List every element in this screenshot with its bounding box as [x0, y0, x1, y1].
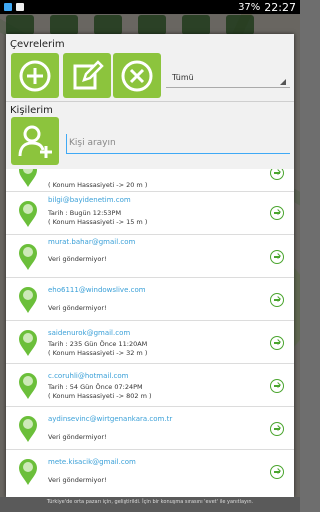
contact-info-line: Veri göndermiyor!: [48, 255, 107, 263]
add-icon: [19, 60, 51, 91]
go-arrow-icon[interactable]: [270, 206, 284, 220]
contact-email[interactable]: bilgi@bayidenetim.com: [48, 196, 131, 204]
contact-row[interactable]: ( Konum Hassasiyeti -> 20 m ): [6, 169, 294, 191]
people-title: Kişilerim: [10, 105, 53, 116]
contact-email[interactable]: aydinsevinc@wirtgenankara.com.tr: [48, 415, 172, 423]
contact-email[interactable]: murat.bahar@gmail.com: [48, 238, 135, 246]
add-circle-button[interactable]: [11, 53, 59, 98]
location-pin-icon: [19, 373, 37, 399]
delete-circle-button[interactable]: [113, 53, 161, 98]
contact-row[interactable]: eho6111@windowslive.com Veri göndermiyor…: [6, 277, 294, 320]
contact-info-line: ( Konum Hassasiyeti -> 15 m ): [48, 218, 148, 226]
contact-row[interactable]: aydinsevinc@wirtgenankara.com.tr Veri gö…: [6, 406, 294, 449]
contact-email[interactable]: saidenurok@gmail.com: [48, 329, 130, 337]
contact-search-input[interactable]: Kişi arayın: [66, 134, 290, 154]
go-arrow-icon[interactable]: [270, 169, 284, 180]
go-arrow-icon[interactable]: [270, 465, 284, 479]
contact-info-line: ( Konum Hassasiyeti -> 20 m ): [48, 181, 148, 189]
contact-row[interactable]: mete.kisacik@gmail.com Veri göndermiyor!: [6, 449, 294, 497]
edit-circle-button[interactable]: [63, 53, 111, 98]
location-pin-icon: [19, 201, 37, 227]
contact-list[interactable]: ( Konum Hassasiyeti -> 20 m ) bilgi@bayi…: [6, 169, 294, 497]
contact-info-line: Tarih : 235 Gün Önce 11:20AM: [48, 340, 148, 348]
contact-info-line: Tarih : 54 Gün Önce 07:24PM: [48, 383, 143, 391]
contact-placeholder-icon: [19, 244, 37, 270]
contact-row[interactable]: murat.bahar@gmail.com Veri göndermiyor!: [6, 234, 294, 277]
circles-title: Çevrelerim: [10, 39, 65, 50]
contact-info-line: Tarih : Bugün 12:53PM: [48, 209, 122, 217]
status-bar: 37% 22:27: [0, 0, 300, 14]
go-arrow-icon[interactable]: [270, 293, 284, 307]
contact-row[interactable]: bilgi@bayidenetim.com Tarih : Bugün 12:5…: [6, 191, 294, 234]
edit-icon: [73, 59, 104, 89]
clock: 22:27: [264, 0, 296, 14]
notification-icon: [4, 3, 12, 11]
ad-banner[interactable]: Türkiye'de orta pazarı için, geliştirild…: [0, 497, 300, 512]
contact-placeholder-icon: [19, 459, 37, 485]
contact-email[interactable]: mete.kisacik@gmail.com: [48, 458, 136, 466]
contact-placeholder-icon: [19, 287, 37, 313]
contact-email[interactable]: c.coruhli@hotmail.com: [48, 372, 128, 380]
add-user-icon: [18, 125, 52, 158]
go-arrow-icon[interactable]: [270, 379, 284, 393]
ad-banner-text: Türkiye'de orta pazarı için, geliştirild…: [46, 499, 254, 505]
battery-percent: 37%: [238, 1, 261, 13]
contact-info-line: Veri göndermiyor!: [48, 433, 107, 441]
location-pin-icon: [19, 330, 37, 356]
contacts-dialog: Çevrelerim Tümü Kişilerim Kişi arayın (…: [6, 34, 294, 497]
search-placeholder: Kişi arayın: [69, 138, 116, 148]
go-arrow-icon[interactable]: [270, 336, 284, 350]
go-arrow-icon[interactable]: [270, 250, 284, 264]
contact-email[interactable]: eho6111@windowslive.com: [48, 286, 146, 294]
contact-row[interactable]: c.coruhli@hotmail.com Tarih : 54 Gün Önc…: [6, 363, 294, 406]
close-icon: [121, 60, 153, 91]
contact-row[interactable]: saidenurok@gmail.com Tarih : 235 Gün Önc…: [6, 320, 294, 363]
contact-info-line: Veri göndermiyor!: [48, 476, 107, 484]
contact-info-line: Veri göndermiyor!: [48, 304, 107, 312]
circle-filter-select[interactable]: Tümü: [166, 68, 290, 88]
go-arrow-icon[interactable]: [270, 422, 284, 436]
contact-info-line: ( Konum Hassasiyeti -> 32 m ): [48, 349, 148, 357]
dropdown-arrow-icon: [280, 79, 286, 85]
contact-placeholder-icon: [19, 416, 37, 442]
location-pin-icon: [19, 169, 37, 187]
app-root: 37% 22:27 Çevrelerim Tümü Kişilerim Kişi…: [0, 0, 300, 512]
dialog-header: Çevrelerim Tümü Kişilerim Kişi arayın: [6, 34, 294, 169]
add-person-button[interactable]: [11, 117, 59, 165]
notification-icon: [16, 3, 24, 11]
contact-info-line: ( Konum Hassasiyeti -> 802 m ): [48, 392, 152, 400]
filter-selected-value: Tümü: [172, 73, 194, 82]
section-divider: [6, 101, 294, 102]
